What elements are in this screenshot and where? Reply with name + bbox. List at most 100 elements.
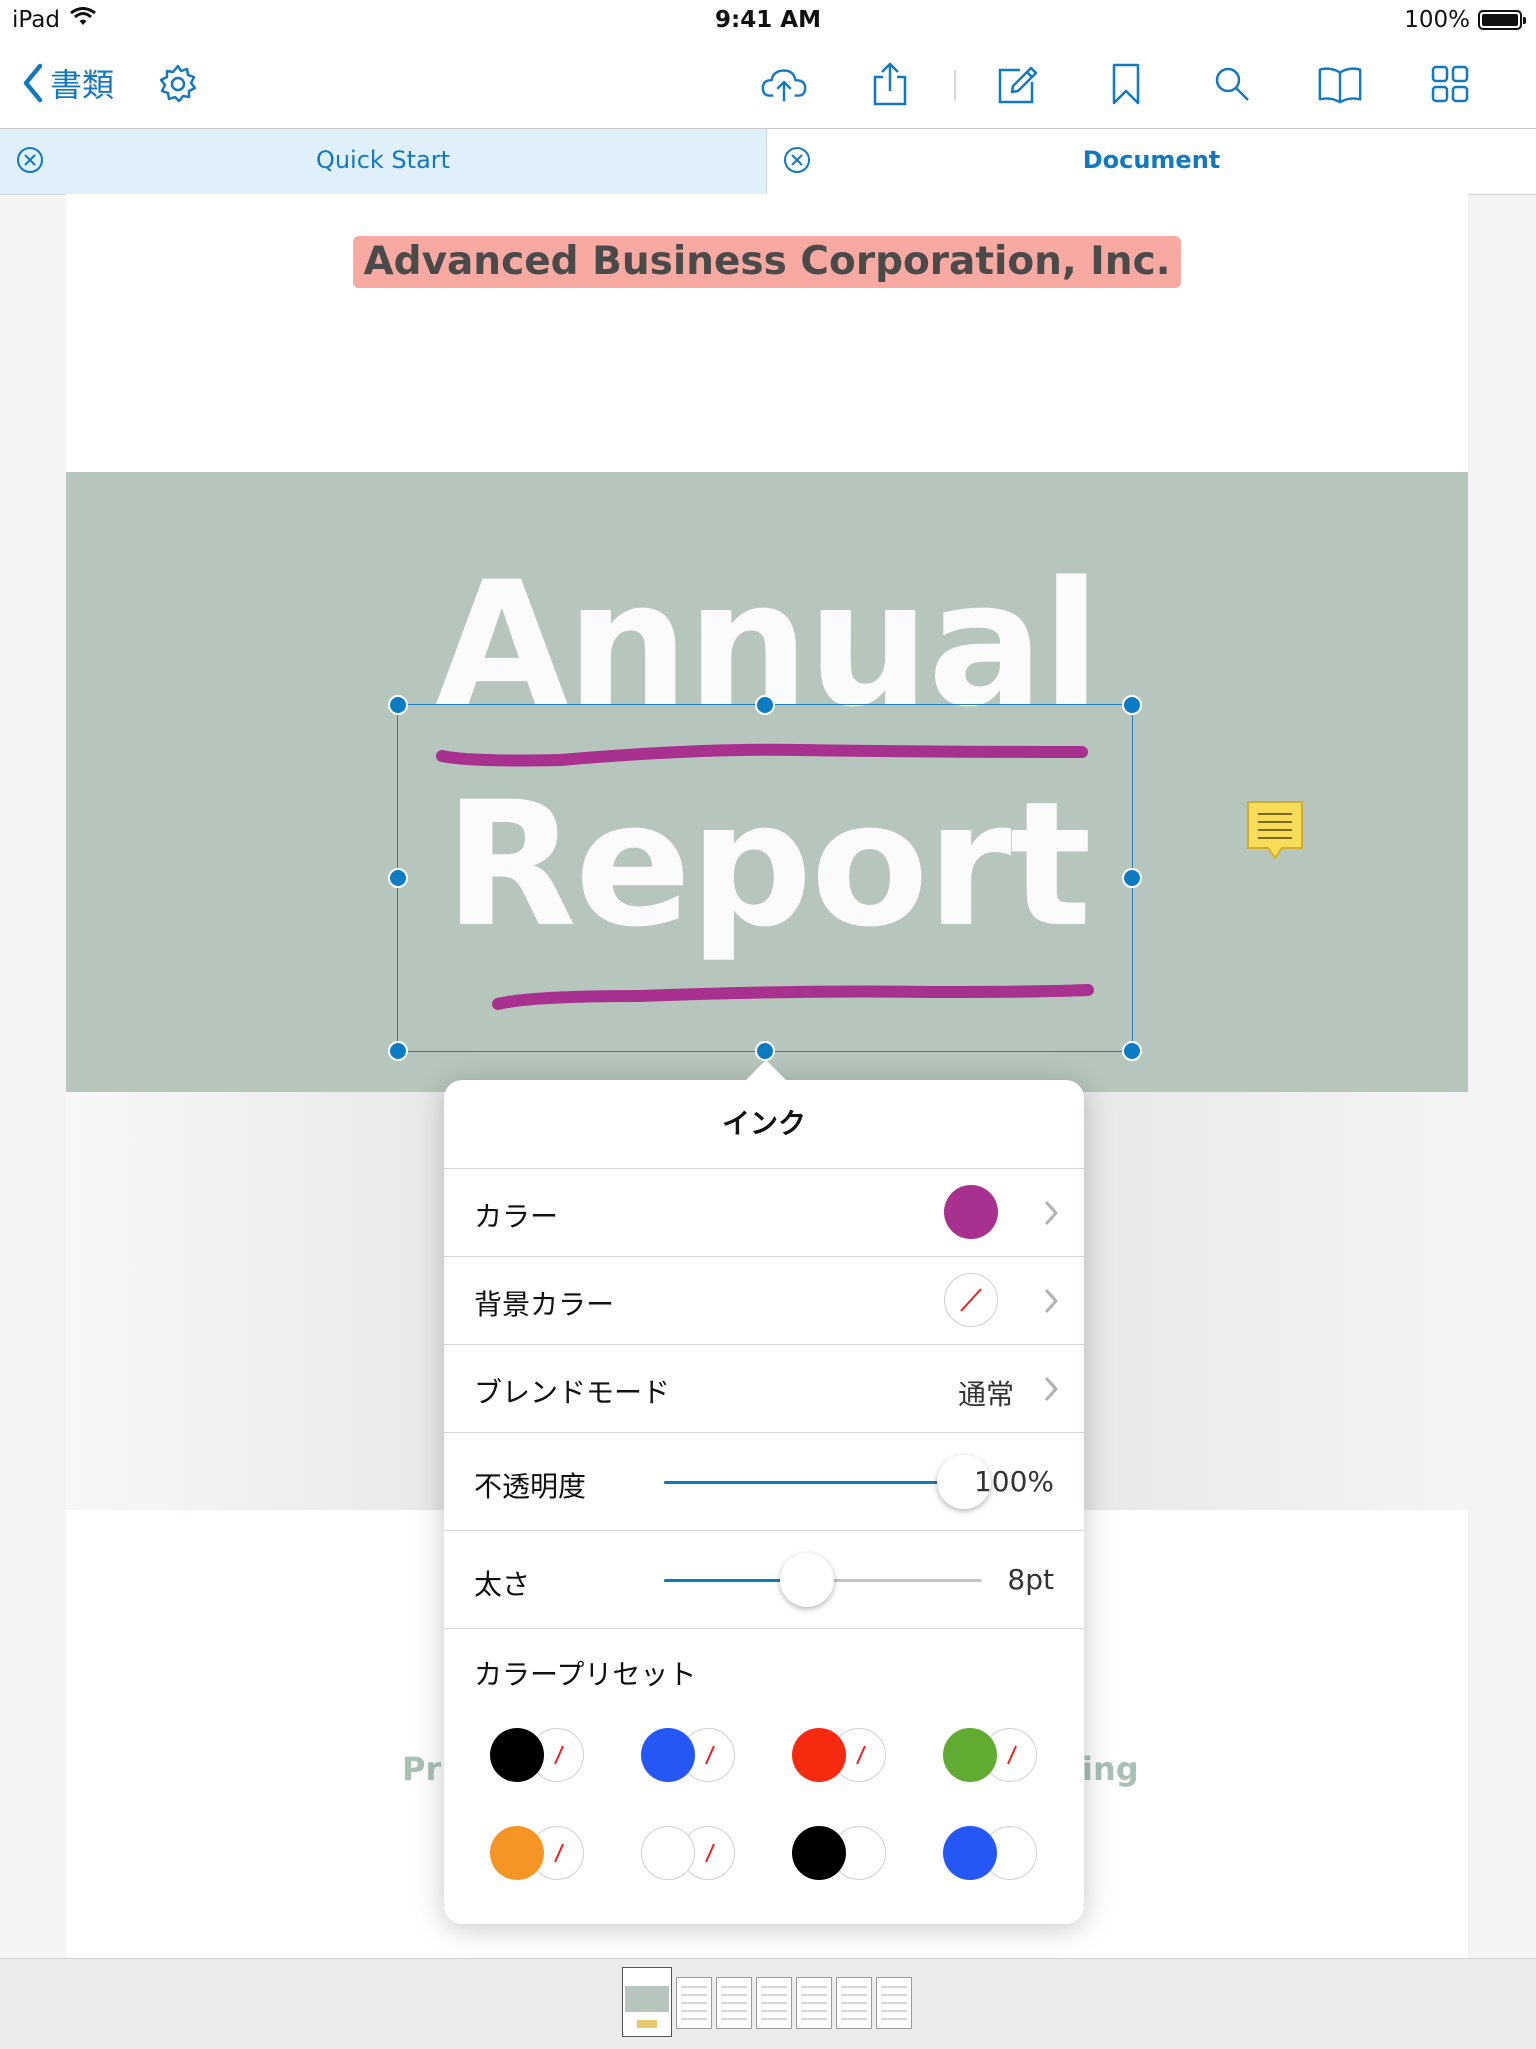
color-preset[interactable] [792,1826,888,1880]
battery-percent: 100% [1404,7,1470,33]
thickness-value: 8pt [1007,1563,1054,1596]
toolbar-divider [954,70,956,100]
resize-handle-top-left[interactable] [388,695,408,715]
preset-ink-swatch [943,1728,997,1782]
back-label: 書類 [50,66,115,104]
popover-title: インク [721,1107,806,1140]
thumbnail-line [801,2018,827,2020]
resize-handle-bottom-left[interactable] [388,1041,408,1061]
preset-ink-swatch [641,1728,695,1782]
bookmark-icon[interactable] [1102,60,1150,108]
subtitle-right-fragment: ing [1082,1750,1139,1788]
color-preset[interactable] [943,1826,1039,1880]
color-row[interactable]: カラー [444,1168,1084,1257]
thumbnail-line [721,2018,747,2020]
thumbnail-line [801,1994,827,1996]
thumbnail-line [721,2010,747,2012]
back-button[interactable]: 書類 [22,60,114,106]
thumbnail-line [681,2018,707,2020]
color-preset[interactable] [641,1826,737,1880]
page-thumbnail[interactable] [622,1967,672,2037]
tab-document[interactable]: Document [767,129,1536,194]
blend-mode-label: ブレンドモード [474,1376,671,1409]
preset-ink-swatch [641,1826,695,1880]
status-bar: iPad 9:41 AM 100% [0,0,1536,40]
ink-properties-popover: インク カラー 背景カラー ブレンドモード 通常 不透明度 100% 太さ 8p… [444,1060,1084,1924]
preset-ink-swatch [490,1826,544,1880]
blend-mode-value: 通常 [957,1378,1014,1411]
subtitle-left-fragment: Pr [402,1750,442,1788]
page-thumbnail[interactable] [876,1977,912,2029]
edit-annotate-icon[interactable] [994,60,1042,108]
thumbnail-line [761,1994,787,1996]
thumbnails-grid-icon[interactable] [1426,60,1474,108]
thickness-row: 太さ 8pt [444,1530,1084,1629]
page-thumbnail[interactable] [796,1977,832,2029]
thickness-slider-thumb[interactable] [780,1553,835,1607]
resize-handle-top-right[interactable] [1122,695,1142,715]
thumbnail-line [881,1994,907,1996]
thumbnail-line [881,2002,907,2004]
color-swatch[interactable] [944,1185,998,1239]
thumbnail-line [841,1994,867,1996]
thumbnail-line [841,1986,867,1988]
search-icon[interactable] [1208,60,1256,108]
color-preset[interactable] [943,1728,1039,1782]
color-preset[interactable] [490,1728,586,1782]
preset-ink-swatch [792,1826,846,1880]
thumbnail-line [841,2010,867,2012]
preset-ink-swatch [943,1826,997,1880]
cloud-upload-icon[interactable] [760,60,808,108]
battery-fill [1482,14,1518,26]
battery-icon [1478,10,1526,30]
opacity-slider[interactable] [664,1455,991,1509]
highlighted-company-name[interactable]: Advanced Business Corporation, Inc. [353,236,1181,288]
popover-arrow [744,1060,788,1082]
annotation-selection-box[interactable] [388,695,1142,1061]
resize-handle-bottom[interactable] [755,1041,775,1061]
page-thumbnail[interactable] [756,1977,792,2029]
thumbnail-line [681,1986,707,1988]
thumbnail-line [761,2002,787,2004]
page-thumbnail[interactable] [716,1977,752,2029]
chevron-left-icon [23,63,43,103]
preset-ink-swatch [792,1728,846,1782]
thumbnail-line [801,2002,827,2004]
thumbnail-line [761,2010,787,2012]
thickness-label: 太さ [474,1568,531,1601]
thickness-slider[interactable] [664,1553,982,1607]
share-icon[interactable] [866,60,914,108]
tab-quick-start[interactable]: Quick Start [0,129,767,194]
tab-label: Quick Start [315,146,451,174]
blend-mode-row[interactable]: ブレンドモード 通常 [444,1344,1084,1433]
page-thumbnail-strip[interactable] [0,1958,1536,2049]
resize-handle-right[interactable] [1122,868,1142,888]
background-color-row[interactable]: 背景カラー [444,1256,1084,1345]
thumbnail-line [761,1986,787,1988]
thumbnail-line [721,1986,747,1988]
thumbnail-line [681,2002,707,2004]
resize-handle-top[interactable] [755,695,775,715]
page-thumbnail[interactable] [836,1977,872,2029]
chevron-right-icon [1044,1376,1058,1402]
resize-handle-bottom-right[interactable] [1122,1041,1142,1061]
sticky-note-icon[interactable] [1246,800,1304,866]
no-color-swatch[interactable] [944,1273,998,1327]
chevron-right-icon [1044,1200,1058,1226]
color-preset[interactable] [490,1826,586,1880]
company-heading: Advanced Business Corporation, Inc. [66,236,1468,288]
thumbnail-line [841,2018,867,2020]
color-preset[interactable] [792,1728,888,1782]
resize-handle-left[interactable] [388,868,408,888]
thumbnail-line [841,2002,867,2004]
color-preset[interactable] [641,1728,737,1782]
thumbnail-line [801,2010,827,2012]
settings-gear-icon[interactable] [154,60,202,108]
page-thumbnail[interactable] [676,1977,712,2029]
tab-label: Document [1082,146,1221,174]
no-color-slash-icon [960,1288,982,1312]
color-presets-header: カラープリセット [444,1628,1084,1709]
chevron-right-icon [1044,1288,1058,1314]
reader-book-icon[interactable] [1316,60,1364,108]
navigation-bar: 書類 [0,40,1536,129]
